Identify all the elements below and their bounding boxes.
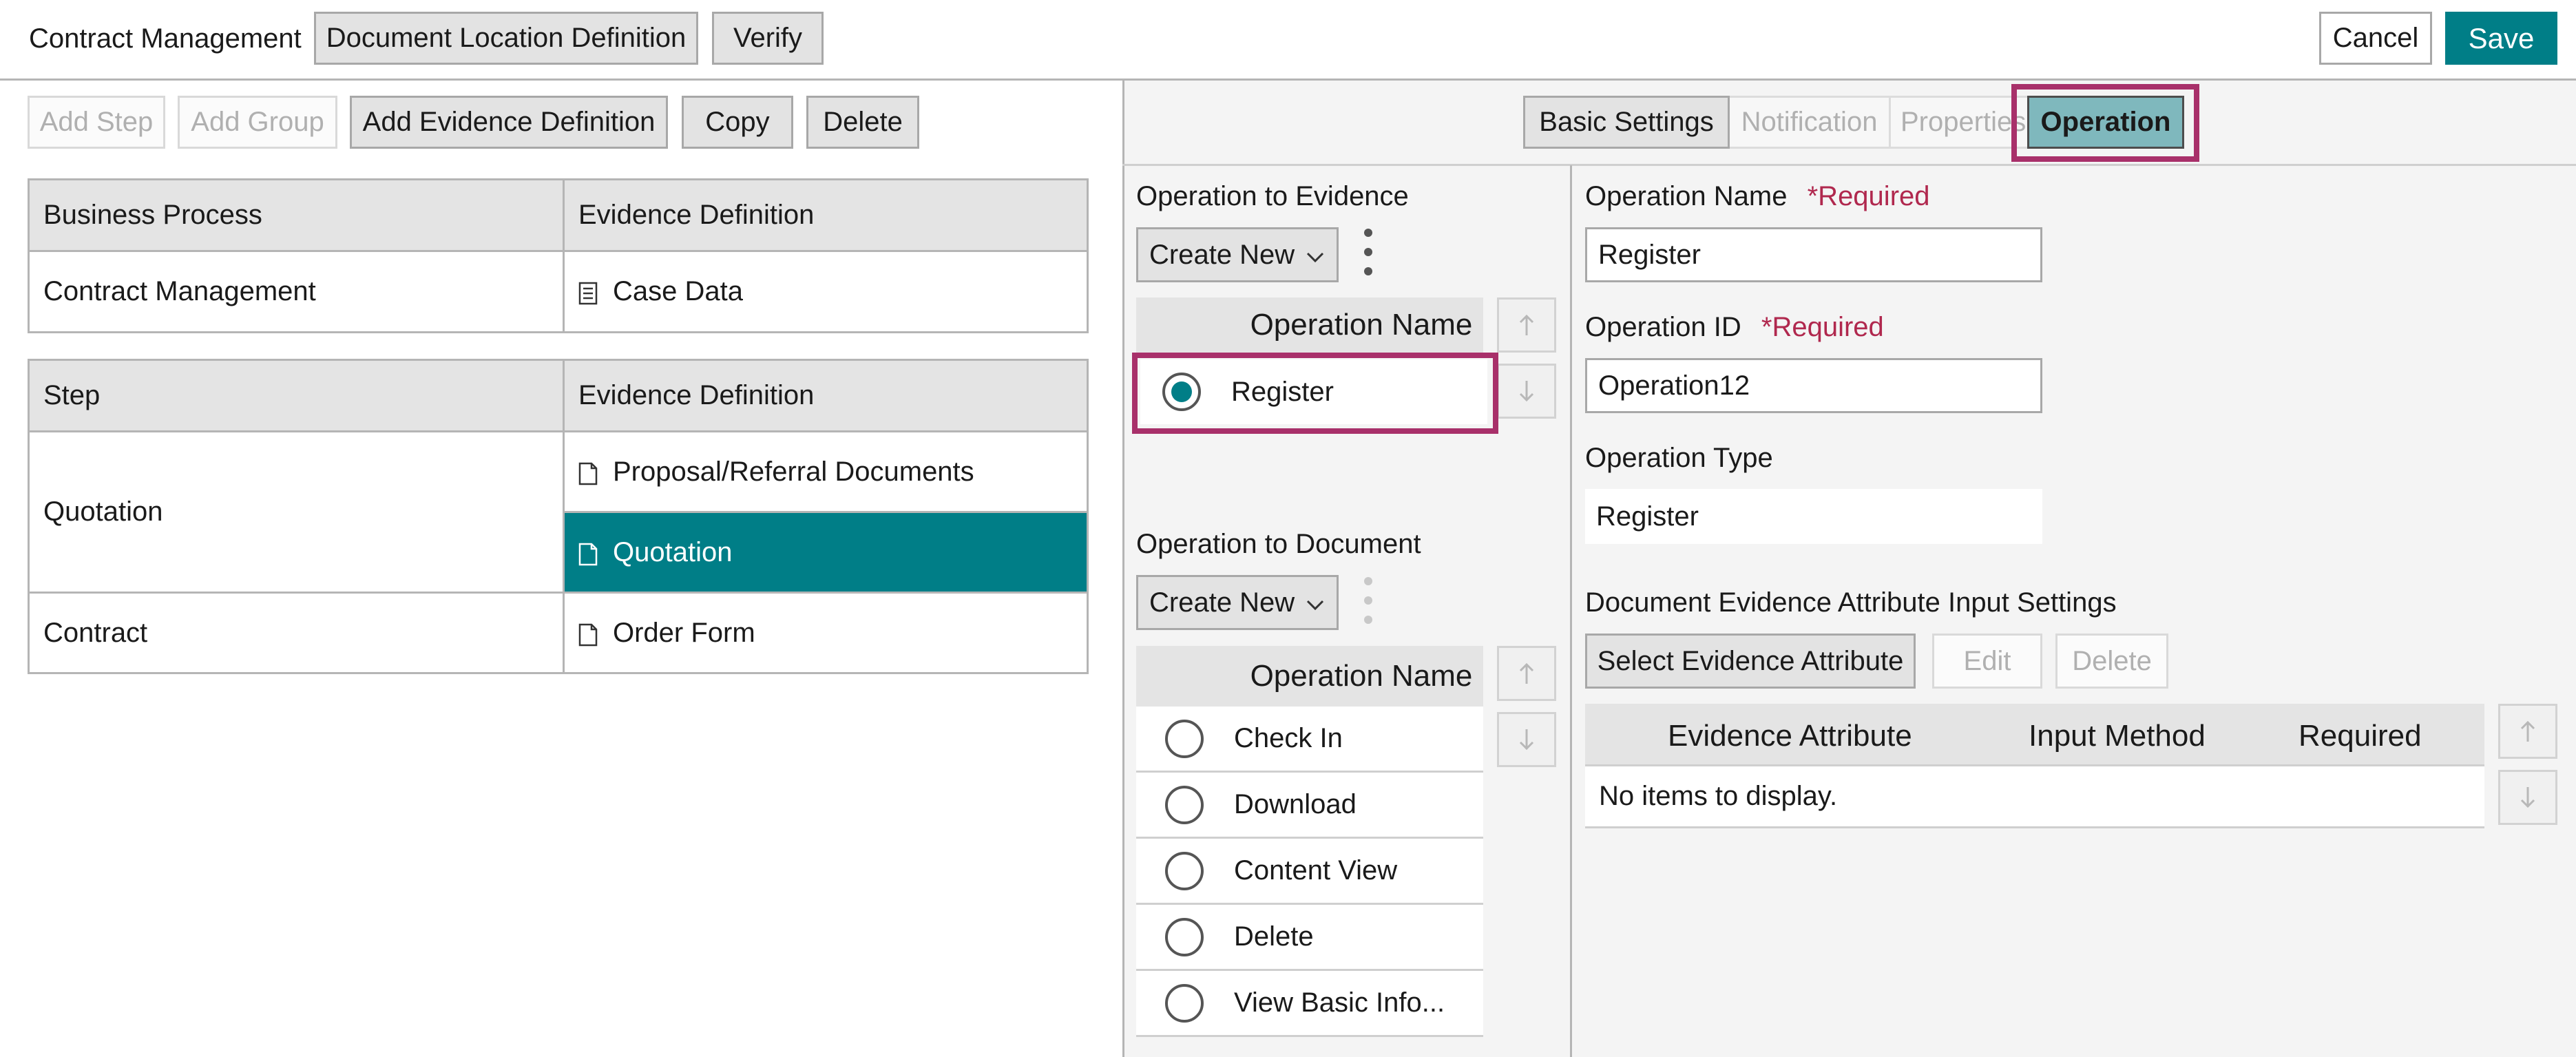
settings-tabs: Basic Settings Notification Properties bbox=[1523, 96, 2035, 149]
operation-to-evidence-label: Operation to Evidence bbox=[1136, 181, 1409, 211]
arrow-down-icon[interactable] bbox=[1497, 712, 1556, 767]
operation-id-label: Operation ID *Required bbox=[1585, 313, 1884, 341]
radio-button[interactable] bbox=[1165, 719, 1204, 758]
operation-name-column-header: Operation Name bbox=[1136, 646, 1483, 707]
document-icon bbox=[578, 542, 598, 566]
document-icon bbox=[578, 622, 598, 647]
business-process-cell[interactable]: Contract Management bbox=[28, 250, 565, 333]
tabs-divider bbox=[1122, 164, 2576, 166]
tab-operation[interactable]: Operation bbox=[2027, 96, 2184, 149]
column-header-evidence-definition: Evidence Definition bbox=[563, 359, 1089, 432]
field-label: Operation ID bbox=[1585, 312, 1741, 342]
attribute-table-empty: No items to display. bbox=[1585, 766, 2484, 828]
step-cell-quotation[interactable]: Quotation bbox=[28, 430, 565, 594]
arrow-up-icon[interactable] bbox=[1497, 297, 1556, 353]
delete-button[interactable]: Delete bbox=[806, 96, 919, 149]
tab-basic-settings[interactable]: Basic Settings bbox=[1523, 96, 1730, 149]
radio-register[interactable] bbox=[1162, 373, 1201, 411]
radio-button[interactable] bbox=[1165, 851, 1204, 890]
evidence-label: Proposal/Referral Documents bbox=[613, 456, 974, 487]
radio-button[interactable] bbox=[1165, 983, 1204, 1023]
list-item-register[interactable]: Register bbox=[1140, 359, 1487, 424]
evidence-cell-quotation-selected[interactable]: Quotation bbox=[563, 511, 1089, 594]
operation-item-label: Register bbox=[1231, 376, 1334, 407]
create-new-dropdown-evidence[interactable]: Create New bbox=[1136, 227, 1339, 282]
delete-attribute-button[interactable]: Delete bbox=[2055, 634, 2168, 689]
operation-item-label: Download bbox=[1234, 789, 1357, 819]
column-header-required: Required bbox=[2298, 719, 2422, 753]
select-evidence-attribute-button[interactable]: Select Evidence Attribute bbox=[1585, 634, 1916, 689]
field-label: Operation Name bbox=[1585, 181, 1788, 211]
doc-attribute-settings-label: Document Evidence Attribute Input Settin… bbox=[1585, 587, 2117, 618]
arrow-up-icon[interactable] bbox=[1497, 646, 1556, 701]
operation-id-input[interactable]: Operation12 bbox=[1585, 358, 2042, 413]
cancel-button[interactable]: Cancel bbox=[2319, 12, 2432, 65]
chevron-down-icon bbox=[1306, 587, 1325, 618]
top-bar: Contract Management Document Location De… bbox=[0, 0, 2576, 81]
column-header-label: Operation Name bbox=[1250, 659, 1473, 693]
step-cell-contract[interactable]: Contract bbox=[28, 592, 565, 674]
operation-name-input[interactable]: Register bbox=[1585, 227, 2042, 282]
evidence-label: Case Data bbox=[613, 276, 743, 306]
kebab-menu-icon[interactable] bbox=[1363, 229, 1373, 275]
kebab-menu-icon[interactable] bbox=[1363, 577, 1373, 624]
operation-item-label: Content View bbox=[1234, 855, 1398, 886]
create-new-label: Create New bbox=[1149, 587, 1295, 618]
list-item[interactable]: View Basic Info... bbox=[1136, 971, 1483, 1037]
operations-divider bbox=[1570, 165, 1572, 1057]
required-indicator: *Required bbox=[1807, 181, 1930, 211]
save-button[interactable]: Save bbox=[2445, 12, 2557, 65]
operation-item-label: Check In bbox=[1234, 723, 1343, 753]
tab-notification[interactable]: Notification bbox=[1730, 96, 1891, 149]
required-indicator: *Required bbox=[1761, 312, 1884, 342]
evidence-cell-order-form[interactable]: Order Form bbox=[563, 592, 1089, 674]
evidence-label: Order Form bbox=[613, 617, 755, 648]
verify-button[interactable]: Verify bbox=[712, 12, 824, 65]
list-item[interactable]: Delete bbox=[1136, 905, 1483, 971]
evidence-label: Quotation bbox=[613, 536, 733, 567]
page-title: Contract Management bbox=[29, 23, 302, 54]
column-header-evidence-definition: Evidence Definition bbox=[563, 178, 1089, 252]
list-icon bbox=[578, 281, 598, 305]
operation-to-document-label: Operation to Document bbox=[1136, 529, 1421, 559]
create-new-label: Create New bbox=[1149, 239, 1295, 270]
column-header-business-process: Business Process bbox=[28, 178, 565, 252]
create-new-dropdown-document[interactable]: Create New bbox=[1136, 575, 1339, 630]
evidence-cell-proposal[interactable]: Proposal/Referral Documents bbox=[563, 430, 1089, 513]
column-header-step: Step bbox=[28, 359, 565, 432]
operation-item-label: View Basic Info... bbox=[1234, 987, 1445, 1018]
radio-button[interactable] bbox=[1165, 917, 1204, 956]
arrow-down-icon[interactable] bbox=[2498, 770, 2557, 825]
operation-document-list: Check In Download Content View Delete Vi… bbox=[1136, 707, 1483, 1037]
operation-name-label: Operation Name *Required bbox=[1585, 182, 1930, 210]
list-item[interactable]: Download bbox=[1136, 773, 1483, 839]
column-header-evidence-attribute: Evidence Attribute bbox=[1668, 719, 1912, 753]
document-location-definition-button[interactable]: Document Location Definition bbox=[314, 12, 698, 65]
column-header-input-method: Input Method bbox=[2029, 719, 2206, 753]
list-item[interactable]: Content View bbox=[1136, 839, 1483, 905]
operation-type-value: Register bbox=[1585, 489, 2042, 544]
radio-button[interactable] bbox=[1165, 785, 1204, 824]
evidence-definition-cell[interactable]: Case Data bbox=[563, 250, 1089, 333]
list-item[interactable]: Check In bbox=[1136, 707, 1483, 773]
edit-button[interactable]: Edit bbox=[1932, 634, 2042, 689]
add-group-button[interactable]: Add Group bbox=[178, 96, 337, 149]
arrow-up-icon[interactable] bbox=[2498, 704, 2557, 759]
document-icon bbox=[578, 461, 598, 485]
chevron-down-icon bbox=[1306, 240, 1325, 271]
arrow-down-icon[interactable] bbox=[1497, 364, 1556, 419]
step-table: Step Evidence Definition Quotation Propo… bbox=[28, 359, 1089, 674]
column-header-label: Operation Name bbox=[1250, 308, 1473, 342]
add-evidence-definition-button[interactable]: Add Evidence Definition bbox=[350, 96, 668, 149]
business-process-table: Business Process Evidence Definition Con… bbox=[28, 178, 1089, 333]
copy-button[interactable]: Copy bbox=[682, 96, 793, 149]
add-step-button[interactable]: Add Step bbox=[28, 96, 165, 149]
attribute-table-header: Evidence Attribute Input Method Required bbox=[1585, 704, 2484, 766]
operation-item-label: Delete bbox=[1234, 921, 1314, 952]
operation-type-label: Operation Type bbox=[1585, 443, 1773, 473]
operation-name-column-header: Operation Name bbox=[1136, 297, 1483, 353]
